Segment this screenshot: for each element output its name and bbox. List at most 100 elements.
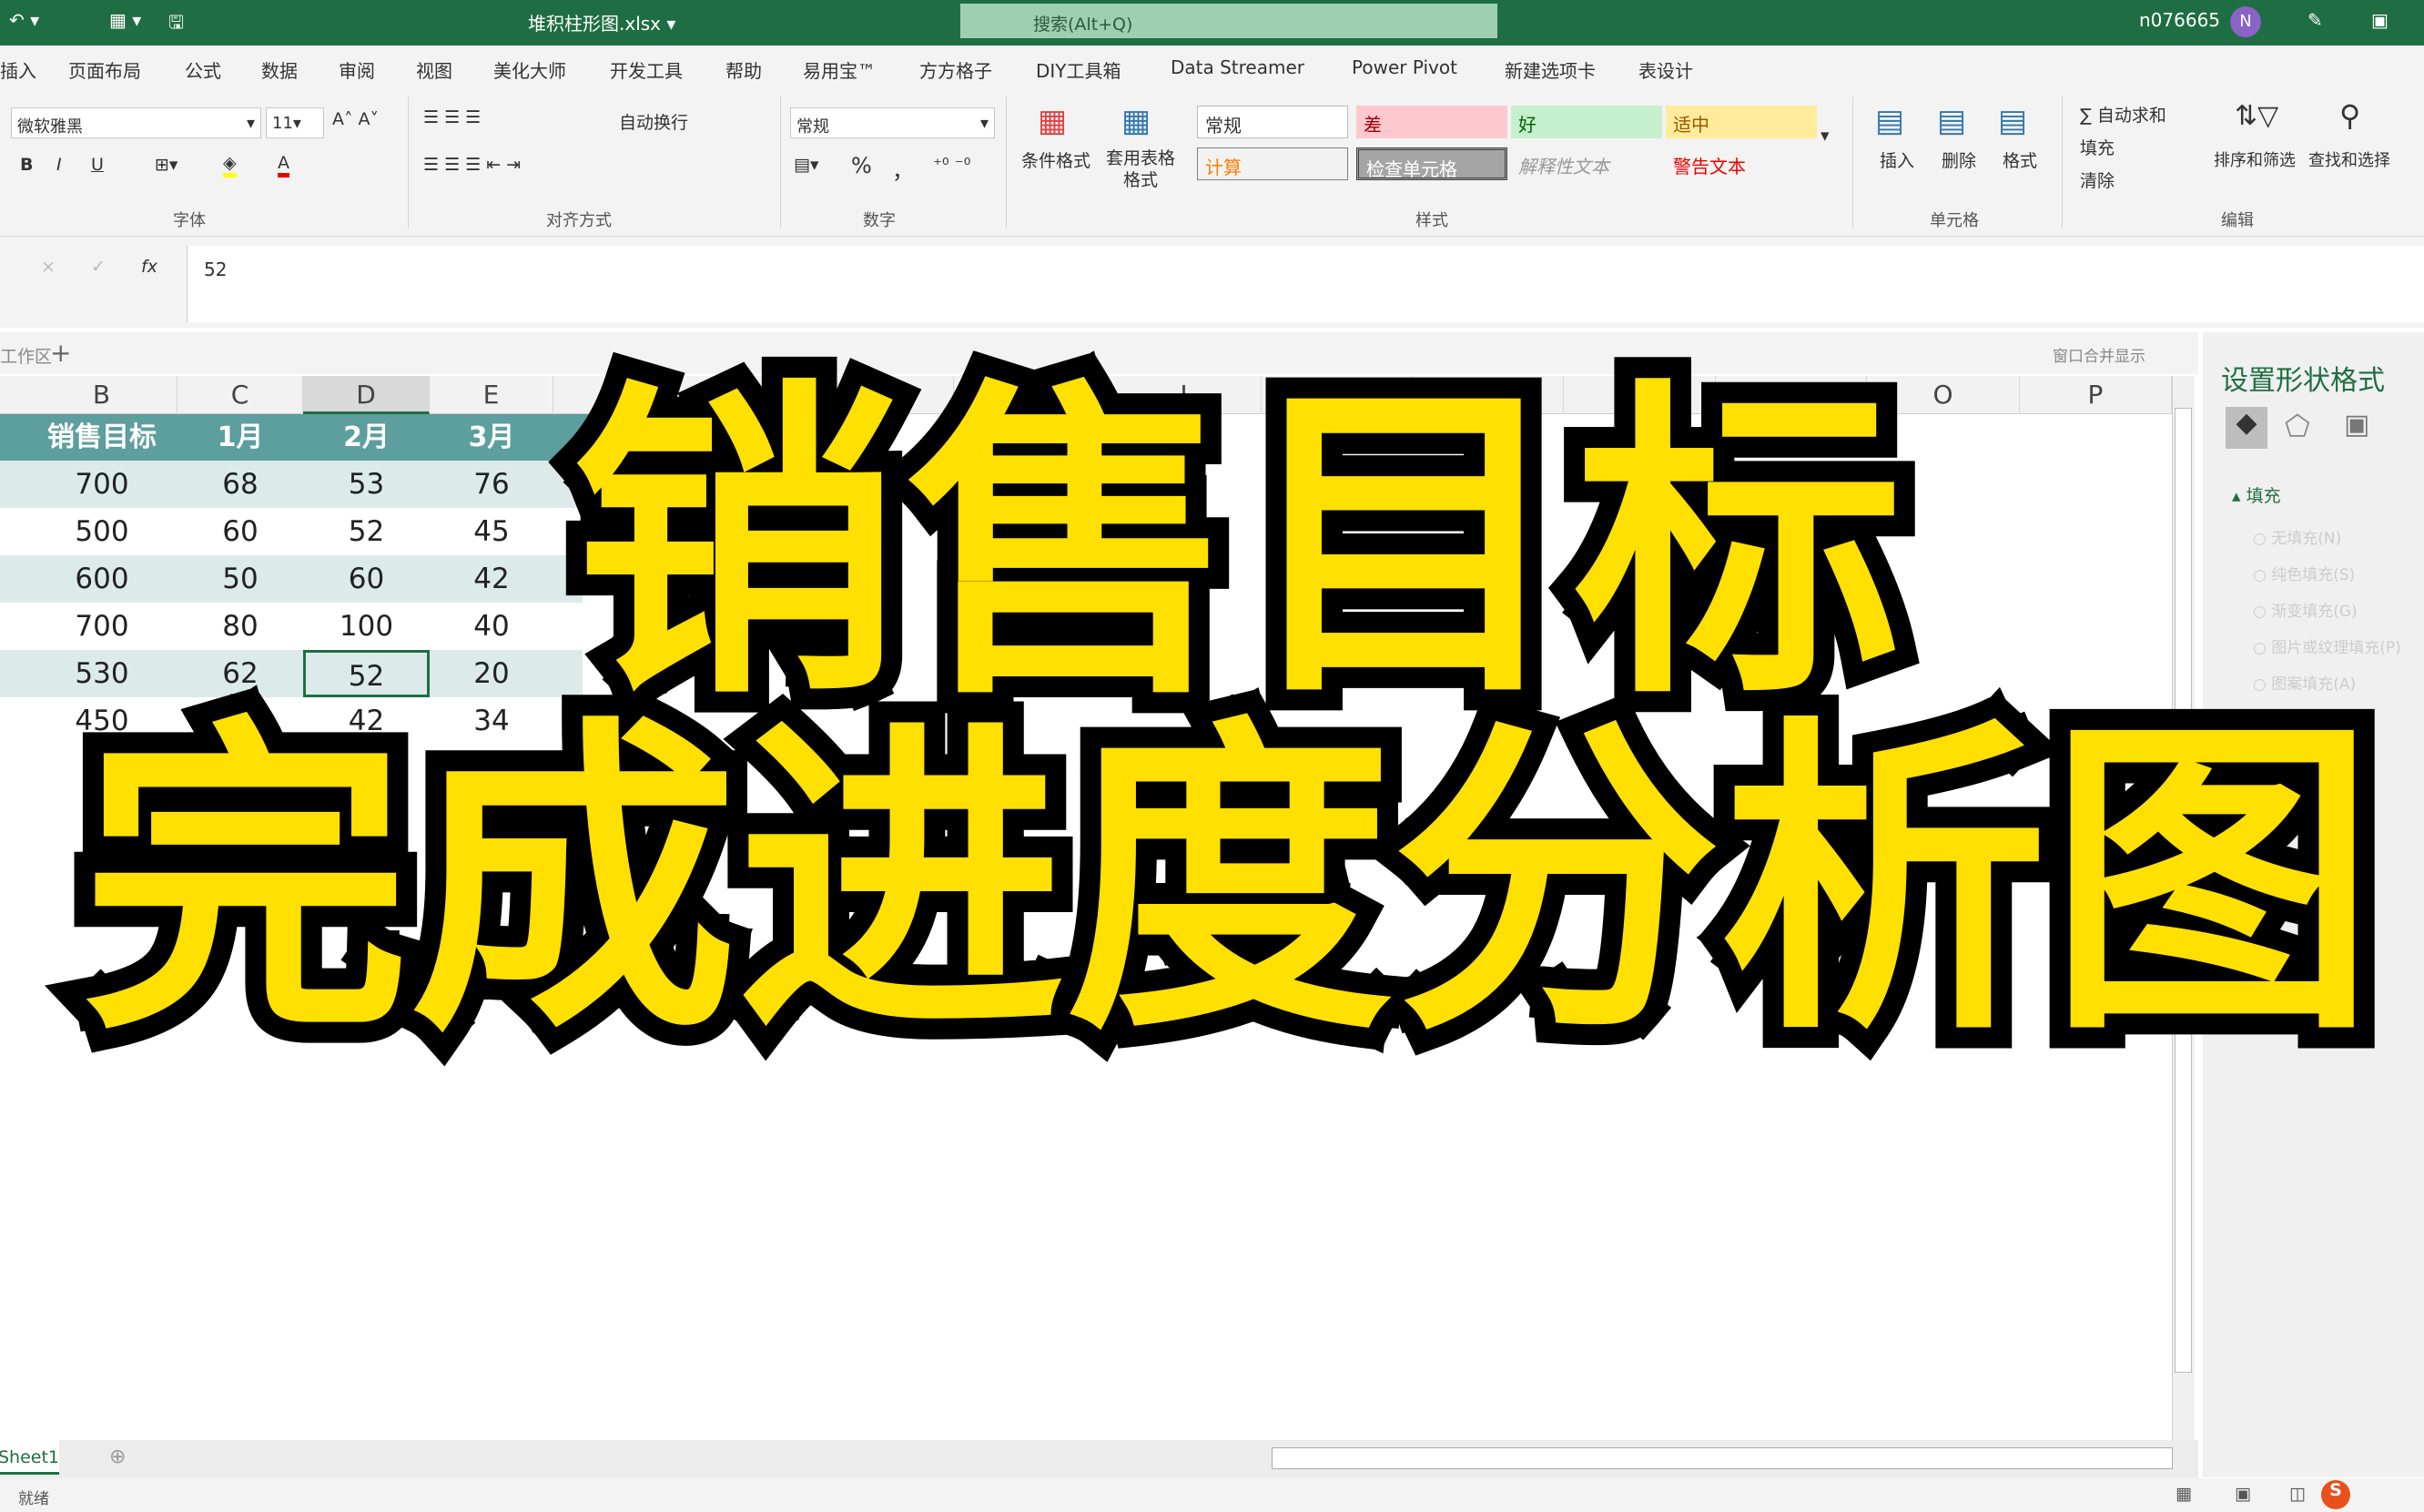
conditional-format-icon[interactable]: ▦ [1038, 103, 1067, 139]
no-fill-option[interactable]: ○ 无填充(N) [2253, 525, 2341, 548]
font-name-select[interactable]: 微软雅黑 ▾ [11, 107, 261, 138]
tab-data-streamer[interactable]: Data Streamer [1171, 56, 1304, 78]
style-neutral[interactable]: 适中 [1666, 106, 1817, 138]
style-bad[interactable]: 差 [1356, 106, 1507, 138]
window-merge-button[interactable]: 窗口合并显示 [2053, 343, 2145, 366]
file-name[interactable]: 堆积柱形图.xlsx ▾ [528, 9, 675, 36]
format-cells-icon[interactable]: ▤ [1998, 103, 2027, 139]
insert-cells-button[interactable]: 插入 [1880, 147, 1914, 172]
border-icon[interactable]: ⊞▾ [155, 155, 177, 175]
tab-developer[interactable]: 开发工具 [610, 56, 683, 83]
table-cell[interactable]: 700 [26, 603, 177, 650]
workspace-tab[interactable]: 工作区 [0, 343, 52, 368]
tab-yiyongbao[interactable]: 易用宝™ [803, 56, 876, 83]
tab-fangfang[interactable]: 方方格子 [919, 56, 992, 83]
table-cell[interactable]: 100 [303, 603, 430, 650]
ribbon-display-icon[interactable]: ▣ [2371, 9, 2389, 31]
table-cell[interactable]: 52 [303, 508, 430, 555]
table-cell[interactable]: 42 [430, 555, 553, 603]
table-cell[interactable]: 40 [430, 603, 553, 650]
header-jan[interactable]: 1月 [177, 414, 303, 462]
save-icon[interactable]: 🖫 [168, 9, 184, 40]
table-cell[interactable]: 530 [26, 650, 177, 697]
grow-font-icon[interactable]: A˄ A˅ [332, 109, 379, 129]
style-warning[interactable]: 警告文本 [1666, 147, 1817, 180]
sort-filter-button[interactable]: 排序和筛选 [2214, 147, 2296, 171]
pattern-fill-option[interactable]: ○ 图案填充(A) [2253, 671, 2356, 694]
fx-icon[interactable]: fx [141, 257, 157, 277]
column-header-d[interactable]: D [303, 376, 430, 414]
tab-view[interactable]: 视图 [416, 56, 452, 83]
insert-cells-icon[interactable]: ▤ [1875, 103, 1904, 139]
column-header-c[interactable]: C [177, 376, 303, 414]
selected-cell[interactable]: 52 [303, 650, 430, 697]
search-box[interactable]: 搜索(Alt+Q) [960, 4, 1497, 38]
table-cell[interactable]: 45 [430, 508, 553, 555]
decimal-icon[interactable]: ⁺⁰ ⁻⁰ [933, 155, 970, 175]
table-cell[interactable]: 50 [177, 555, 303, 603]
sheet-tab[interactable]: Sheet1 [0, 1440, 59, 1475]
column-header-e[interactable]: E [430, 376, 553, 414]
format-cells-button[interactable]: 格式 [2003, 147, 2037, 172]
align-top-icon[interactable]: ☰ ☰ ☰ [423, 107, 481, 127]
table-cell[interactable]: 20 [430, 650, 553, 697]
fill-color-icon[interactable]: ◈ [223, 153, 237, 178]
effects-icon[interactable]: ⬠ [2285, 409, 2310, 443]
clear-button[interactable]: 清除 [2080, 167, 2115, 192]
autosum-button[interactable]: ∑ 自动求和 [2080, 102, 2166, 127]
table-format-icon[interactable]: ▦ [1121, 103, 1151, 139]
conditional-format-button[interactable]: 条件格式 [1021, 147, 1090, 172]
sort-filter-icon[interactable]: ⇅▽ [2235, 100, 2278, 132]
undo-icon[interactable]: ↶ ▾ [9, 9, 39, 31]
delete-cells-button[interactable]: 删除 [1942, 147, 1976, 172]
header-sales-target[interactable]: 销售目标 [26, 414, 177, 462]
tab-data[interactable]: 数据 [261, 56, 298, 83]
column-header-b[interactable]: B [26, 376, 177, 414]
style-good[interactable]: 好 [1511, 106, 1662, 138]
tab-page-layout[interactable]: 页面布局 [68, 56, 141, 83]
wrap-text-button[interactable]: 自动换行 [619, 109, 688, 134]
table-cell[interactable]: 700 [26, 461, 177, 508]
style-normal[interactable]: 常规 [1197, 106, 1348, 138]
tab-table-design[interactable]: 表设计 [1638, 56, 1693, 83]
align-left-icon[interactable]: ☰ ☰ ☰ ⇤ ⇥ [423, 155, 521, 175]
table-cell[interactable]: 80 [177, 603, 303, 650]
table-format-button[interactable]: 套用表格格式 [1100, 147, 1182, 191]
fill-button[interactable]: 填充 [2080, 135, 2115, 159]
bold-button[interactable]: B [20, 155, 33, 175]
style-calculation[interactable]: 计算 [1197, 147, 1348, 180]
tab-new[interactable]: 新建选项卡 [1505, 56, 1596, 83]
table-cell[interactable]: 53 [303, 461, 430, 508]
table-cell[interactable]: 62 [177, 650, 303, 697]
solid-fill-option[interactable]: ○ 纯色填充(S) [2253, 562, 2355, 584]
header-mar[interactable]: 3月 [430, 414, 553, 462]
page-layout-icon[interactable]: ▣ [2235, 1484, 2251, 1504]
tab-diy[interactable]: DIY工具箱 [1036, 56, 1121, 83]
table-cell[interactable]: 60 [177, 508, 303, 555]
number-format-select[interactable]: 常规 ▾ [790, 107, 995, 138]
table-cell[interactable]: 500 [26, 508, 177, 555]
tab-insert[interactable]: 插入 [0, 56, 36, 83]
styles-more-icon[interactable]: ▾ [1821, 126, 1830, 146]
enter-icon[interactable]: ✓ [91, 257, 106, 277]
quick-access-icon[interactable]: ▦ ▾ [109, 9, 141, 31]
normal-view-icon[interactable]: ▦ [2176, 1484, 2192, 1504]
formula-input[interactable]: 52 [187, 246, 2424, 322]
currency-icon[interactable]: ▤▾ [794, 155, 819, 175]
picture-fill-option[interactable]: ○ 图片或纹理填充(P) [2253, 634, 2401, 657]
horizontal-scrollbar[interactable] [1272, 1447, 2173, 1469]
tab-help[interactable]: 帮助 [725, 56, 762, 83]
header-feb[interactable]: 2月 [303, 414, 430, 462]
underline-button[interactable]: U [91, 155, 104, 175]
gradient-fill-option[interactable]: ○ 渐变填充(G) [2253, 598, 2358, 621]
italic-button[interactable]: I [56, 155, 62, 175]
font-color-icon[interactable]: A [278, 153, 289, 178]
pen-icon[interactable]: ✎ [2307, 9, 2323, 31]
style-check-cell[interactable]: 检查单元格 [1356, 147, 1507, 180]
table-cell[interactable]: 60 [303, 555, 430, 603]
tab-review[interactable]: 审阅 [339, 56, 375, 83]
percent-button[interactable]: % [851, 153, 872, 178]
table-cell[interactable]: 600 [26, 555, 177, 603]
add-sheet-button[interactable]: ⊕ [109, 1446, 126, 1468]
tab-formulas[interactable]: 公式 [185, 56, 221, 83]
